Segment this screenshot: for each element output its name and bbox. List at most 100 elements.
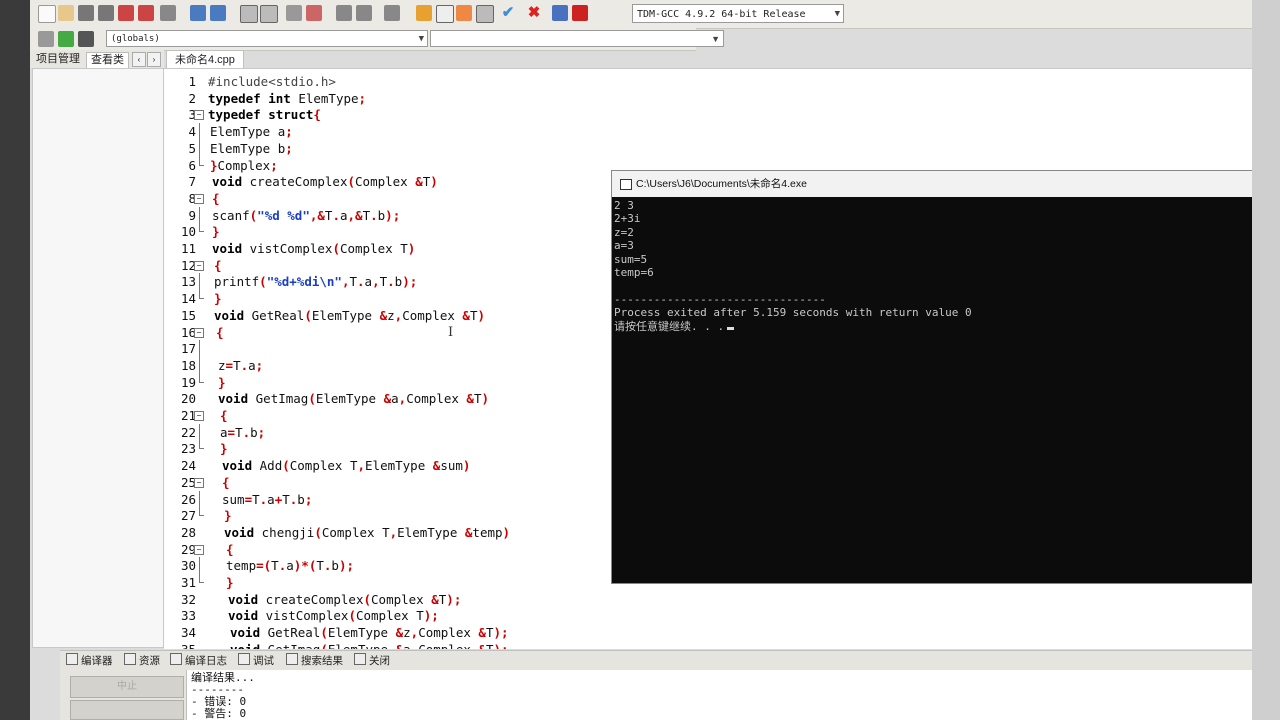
close-all-icon[interactable] <box>138 5 154 21</box>
code-text: } <box>220 441 228 457</box>
compile-run-icon[interactable] <box>456 5 472 21</box>
line-number: 3 <box>188 107 196 123</box>
run-icon[interactable] <box>436 5 454 23</box>
print-icon[interactable] <box>160 5 176 21</box>
code-text: } <box>214 291 222 307</box>
code-text: ElemType b; <box>210 140 293 156</box>
line-number: 9 <box>188 207 196 223</box>
tab-compiler[interactable]: 编译器 <box>66 653 113 669</box>
code-line[interactable]: 5 ElemType b; <box>164 139 1254 157</box>
tab-debug[interactable]: 调试 <box>238 653 274 669</box>
goto-declaration-icon[interactable] <box>58 31 74 47</box>
compiler-icon <box>66 653 78 665</box>
tab-debug-label: 调试 <box>253 655 274 667</box>
member-select[interactable]: ▼ <box>430 30 724 47</box>
monitor-bezel <box>0 0 30 720</box>
goto-line-icon[interactable] <box>384 5 400 21</box>
stop-icon[interactable]: ✖ <box>526 5 542 21</box>
chart-icon[interactable] <box>552 5 568 21</box>
code-text: } <box>212 224 220 240</box>
console-line: -------------------------------- <box>614 292 826 306</box>
code-line[interactable]: 1 #include<stdio.h> <box>164 73 1254 90</box>
tab-close[interactable]: 关闭 <box>354 653 390 669</box>
fold-guide <box>199 340 200 358</box>
console-line: 请按任意键继续. . . <box>614 320 735 333</box>
tab-compile-log[interactable]: 编译日志 <box>170 653 227 669</box>
code-text: } <box>224 508 232 524</box>
unindent-icon[interactable] <box>306 5 322 21</box>
fold-toggle-icon[interactable]: − <box>194 544 204 555</box>
code-line[interactable]: 4 ElemType a; <box>164 123 1254 141</box>
class-browser[interactable] <box>32 68 164 648</box>
fold-toggle-icon[interactable]: − <box>194 477 204 488</box>
scope-select[interactable]: (globals) ▼ <box>106 30 428 47</box>
compiler-select[interactable]: TDM-GCC 4.9.2 64-bit Release ▼ <box>632 4 844 23</box>
log-line: - 警告: 0 <box>191 707 247 720</box>
code-line[interactable]: 34 void GetReal(ElemType &z,Complex &T); <box>164 624 1254 641</box>
code-line[interactable]: 32 void createComplex(Complex &T); <box>164 591 1254 608</box>
new-class-icon[interactable] <box>38 31 54 47</box>
chevron-down-icon: ▼ <box>711 34 720 44</box>
save-all-icon[interactable] <box>98 5 114 21</box>
code-line[interactable]: 3− typedef struct{ <box>164 106 1254 123</box>
tab-compiler-label: 编译器 <box>81 655 113 667</box>
line-number: 32 <box>180 591 196 607</box>
replace-icon[interactable] <box>260 5 278 23</box>
bookmark-next-icon[interactable] <box>356 5 372 21</box>
undo-icon[interactable] <box>190 5 206 21</box>
new-file-icon[interactable] <box>38 5 56 23</box>
fold-toggle-icon[interactable]: − <box>194 260 204 271</box>
console-window[interactable]: C:\Users\J6\Documents\未命名4.exe 2 3 2+3i z=… <box>611 170 1280 584</box>
search-icon <box>286 653 298 665</box>
tab-project[interactable]: 项目管理 <box>32 52 84 67</box>
editor-tab[interactable]: 未命名4.cpp <box>166 50 244 69</box>
line-number: 26 <box>180 491 196 507</box>
line-number: 14 <box>180 291 196 307</box>
fold-toggle-icon[interactable]: − <box>194 411 204 421</box>
secondary-button[interactable] <box>70 700 184 720</box>
indent-icon[interactable] <box>286 5 302 21</box>
tab-resources[interactable]: 资源 <box>124 653 160 669</box>
console-title-bar[interactable]: C:\Users\J6\Documents\未命名4.exe <box>612 171 1279 197</box>
code-text: void Add(Complex T,ElemType &sum) <box>222 458 471 474</box>
code-text: void vistComplex(Complex T); <box>228 608 439 624</box>
rebuild-icon[interactable] <box>476 5 494 23</box>
tab-search-results[interactable]: 搜索结果 <box>286 653 343 669</box>
code-text: { <box>220 408 228 423</box>
class-toolbar: (globals) ▼ ▼ <box>30 28 724 51</box>
tab-prev-button[interactable]: ‹ <box>132 52 146 67</box>
open-file-icon[interactable] <box>58 5 74 21</box>
tab-next-button[interactable]: › <box>147 52 161 67</box>
console-line: a=3 <box>614 239 634 253</box>
find-icon[interactable] <box>240 5 258 23</box>
compile-icon[interactable] <box>416 5 432 21</box>
goto-definition-icon[interactable] <box>78 31 94 47</box>
tab-search-results-label: 搜索结果 <box>301 655 343 667</box>
code-line[interactable]: 33 void vistComplex(Complex T); <box>164 607 1254 624</box>
fold-toggle-icon[interactable]: − <box>194 327 204 338</box>
compile-log[interactable]: 编译结果... -------- - 错误: 0- 警告: 0 <box>186 670 1253 720</box>
compiler-label: TDM-GCC 4.9.2 64-bit Release <box>637 9 806 20</box>
code-line[interactable]: 35 void GetImag(ElemType &a,Complex &T); <box>164 641 1254 649</box>
fold-toggle-icon[interactable]: − <box>194 110 204 121</box>
line-number: 31 <box>180 575 196 590</box>
tab-classes[interactable]: 查看类 <box>86 52 129 68</box>
close-file-icon[interactable] <box>118 5 134 21</box>
debug-icon[interactable] <box>572 5 588 21</box>
bookmark-prev-icon[interactable] <box>336 5 352 21</box>
fold-guide-end <box>199 515 204 517</box>
line-number: 6 <box>188 157 196 173</box>
bottom-panel-tabs: 编译器 资源 编译日志 调试 搜索结果 关闭 <box>60 650 1252 671</box>
console-title: C:\Users\J6\Documents\未命名4.exe <box>636 178 807 190</box>
redo-icon[interactable] <box>210 5 226 21</box>
fold-toggle-icon[interactable]: − <box>194 193 204 204</box>
abort-button[interactable]: 中止 <box>70 676 184 698</box>
check-syntax-icon[interactable]: ✔ <box>500 5 516 21</box>
code-line[interactable]: 2 typedef int ElemType; <box>164 90 1254 107</box>
console-output[interactable]: 2 3 2+3i z=2 a=3 sum=5 temp=6 ----------------… <box>612 197 1279 583</box>
line-number: 4 <box>188 124 196 140</box>
code-text: a=T.b; <box>220 424 266 440</box>
console-window-icon <box>620 179 632 190</box>
line-number: 23 <box>180 441 196 457</box>
save-icon[interactable] <box>78 5 94 21</box>
